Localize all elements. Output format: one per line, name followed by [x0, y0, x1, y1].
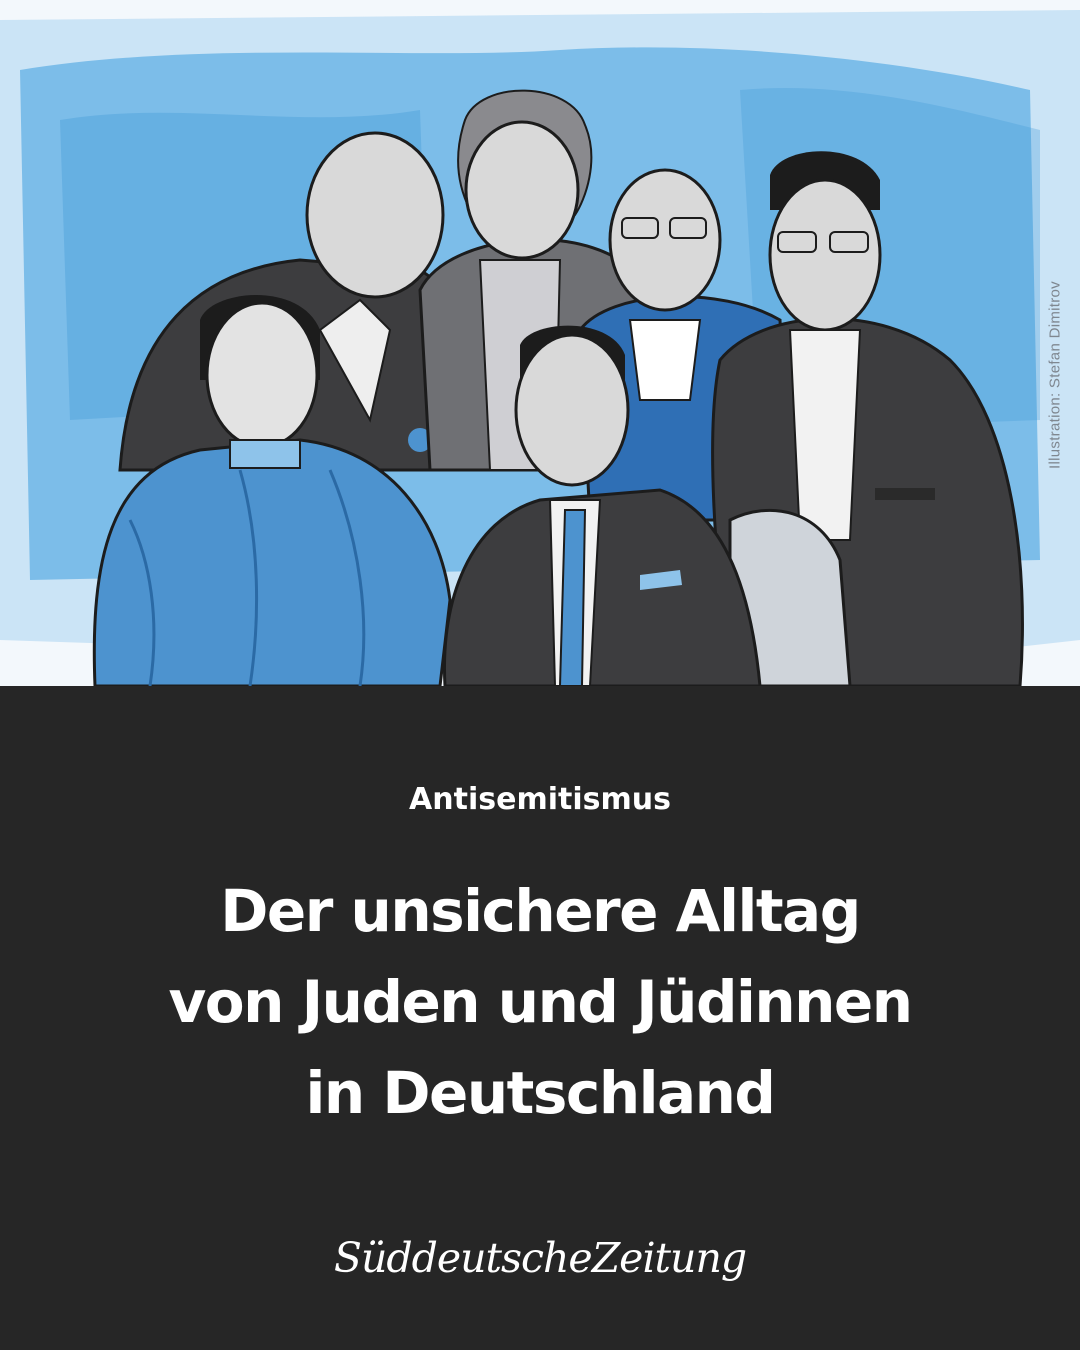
group-illustration: Illustration: Stefan Dimitrov	[0, 0, 1080, 686]
headline: Der unsichere Alltag von Juden und Jüdin…	[0, 866, 1080, 1139]
illustration-drawing	[0, 10, 1080, 686]
post-card: Illustration: Stefan Dimitrov Antisemiti…	[0, 0, 1080, 1350]
title-panel: Antisemitismus Der unsichere Alltag von …	[0, 686, 1080, 1350]
headline-line-3: in Deutschland	[305, 1059, 776, 1127]
headline-line-1: Der unsichere Alltag	[220, 877, 861, 945]
sueddeutsche-zeitung-logo: SüddeutscheZeitung	[333, 1234, 747, 1282]
illustration-credit: Illustration: Stefan Dimitrov	[1046, 281, 1064, 469]
headline-line-2: von Juden und Jüdinnen	[168, 968, 913, 1036]
kicker: Antisemitismus	[409, 782, 671, 817]
